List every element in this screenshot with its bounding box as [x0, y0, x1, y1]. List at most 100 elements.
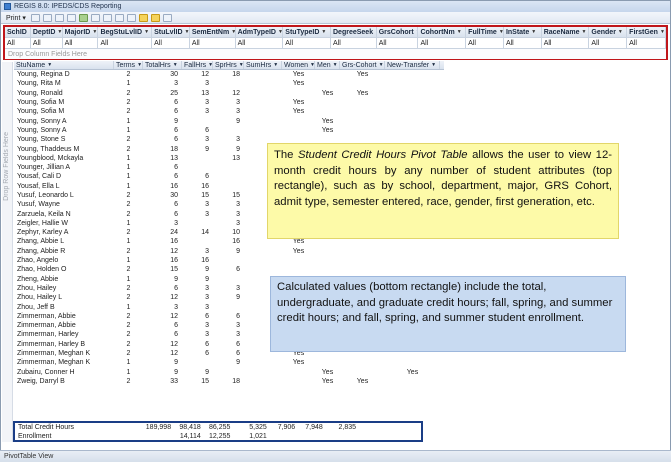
- dropdown-arrow-icon[interactable]: ▼: [431, 62, 436, 68]
- column-header-fallhrs[interactable]: FallHrs ▼: [182, 61, 213, 69]
- cell-stuname[interactable]: Yusuf, Leonardo L: [14, 191, 114, 200]
- cell-stuname[interactable]: Young, Rita M: [14, 79, 114, 88]
- column-header-grs-cohort[interactable]: Grs-Cohort ▼: [340, 61, 385, 69]
- cell-stuname[interactable]: Zephyr, Karley A: [14, 228, 114, 237]
- dropdown-arrow-icon[interactable]: ▼: [618, 29, 623, 35]
- filter-value-majorid[interactable]: All: [62, 38, 99, 49]
- cell-stuname[interactable]: Young, Regina D: [14, 70, 114, 79]
- folder-icon[interactable]: [150, 13, 160, 22]
- filter-value-gender[interactable]: All: [589, 38, 628, 49]
- cell-stuname[interactable]: Young, Stone S: [14, 135, 114, 144]
- filter-field-deptid[interactable]: DeptID ▼: [30, 27, 63, 38]
- filter-field-grscohort[interactable]: GrsCohort▼: [376, 27, 419, 38]
- dropdown-arrow-icon[interactable]: ▼: [57, 29, 61, 35]
- dropdown-arrow-icon[interactable]: ▼: [137, 62, 142, 68]
- cell-stuname[interactable]: Zhou, Hailey L: [14, 293, 114, 302]
- column-header-women[interactable]: Women ▼: [282, 61, 315, 69]
- cell-stuname[interactable]: Yousaf, Ella L: [14, 182, 114, 191]
- filter-value-cohortnm[interactable]: All: [418, 38, 467, 49]
- expand-icon[interactable]: [54, 13, 64, 22]
- filter-field-admtypeid[interactable]: AdmTypeID ▼: [235, 27, 284, 38]
- cell-stuname[interactable]: Zimmerman, Abbie: [14, 321, 114, 330]
- sort-desc-icon[interactable]: [42, 13, 52, 22]
- filter-value-stutypeid[interactable]: All: [283, 38, 331, 49]
- cell-stuname[interactable]: Zubairu, Conner H: [14, 368, 114, 377]
- cell-stuname[interactable]: Zheng, Abbie: [14, 275, 114, 284]
- column-header-sumhrs[interactable]: SumHrs ▼: [244, 61, 282, 69]
- filter-value-sementnm[interactable]: All: [189, 38, 236, 49]
- filter-field-sementnm[interactable]: SemEntNm▼: [189, 27, 236, 38]
- filter-value-grscohort[interactable]: All: [376, 38, 419, 49]
- cell-stuname[interactable]: Zhou, Hailey: [14, 284, 114, 293]
- column-header-men[interactable]: Men ▼: [315, 61, 340, 69]
- cell-stuname[interactable]: Yousaf, Cali D: [14, 172, 114, 181]
- filter-value-begstulvlid[interactable]: All: [98, 38, 153, 49]
- cell-stuname[interactable]: Youngblood, Mckayla: [14, 154, 114, 163]
- filter-field-degreeseek[interactable]: DegreeSeek▼: [331, 27, 377, 38]
- dropdown-arrow-icon[interactable]: ▼: [321, 29, 326, 35]
- cell-stuname[interactable]: Young, Sonny A: [14, 126, 114, 135]
- cell-stuname[interactable]: Zhao, Holden O: [14, 265, 114, 274]
- cell-stuname[interactable]: Zimmerman, Harley B: [14, 340, 114, 349]
- filter-value-degreeseek[interactable]: All: [331, 38, 377, 49]
- column-header-totalhrs[interactable]: TotalHrs ▼: [143, 61, 182, 69]
- chart-icon[interactable]: [102, 13, 112, 22]
- field-list-icon[interactable]: [90, 13, 100, 22]
- filter-field-schid[interactable]: SchID▼: [5, 27, 31, 38]
- cell-stuname[interactable]: Yusuf, Wayne: [14, 200, 114, 209]
- help-icon[interactable]: [162, 13, 172, 22]
- cell-stuname[interactable]: Zimmerman, Abbie: [14, 312, 114, 321]
- cell-stuname[interactable]: Young, Sofia M: [14, 98, 114, 107]
- sort-asc-icon[interactable]: [30, 13, 40, 22]
- cell-stuname[interactable]: Zimmerman, Harley: [14, 330, 114, 339]
- filter-field-stutypeid[interactable]: StuTypeID ▼: [283, 27, 331, 38]
- filter-icon[interactable]: [138, 13, 148, 22]
- cell-stuname[interactable]: Young, Thaddeus M: [14, 144, 114, 153]
- filter-value-stulvlid[interactable]: All: [152, 38, 190, 49]
- filter-field-begstulvlid[interactable]: BegStuLvlID ▼: [98, 27, 153, 38]
- filter-value-deptid[interactable]: All: [30, 38, 63, 49]
- cell-stuname[interactable]: Total Credit Hours: [15, 423, 110, 432]
- filter-field-firstgen[interactable]: FirstGen ▼: [627, 27, 666, 38]
- cell-stuname[interactable]: Young, Sonny A: [14, 116, 114, 125]
- cell-stuname[interactable]: Enrollment: [15, 432, 110, 441]
- cell-stuname[interactable]: Young, Sofia M: [14, 107, 114, 116]
- dropdown-arrow-icon[interactable]: ▼: [92, 29, 97, 35]
- cell-stuname[interactable]: Zhang, Abbie L: [14, 237, 114, 246]
- cell-stuname[interactable]: Zhang, Abbie R: [14, 247, 114, 256]
- column-header-sprhrs[interactable]: SprHrs ▼: [213, 61, 244, 69]
- filter-field-stulvlid[interactable]: StuLvlID ▼: [152, 27, 190, 38]
- cell-stuname[interactable]: Zhou, Jeff B: [14, 302, 114, 311]
- column-header-terms[interactable]: Terms ▼: [114, 61, 143, 69]
- dropdown-arrow-icon[interactable]: ▼: [239, 62, 243, 68]
- cell-stuname[interactable]: Young, Ronald: [14, 89, 114, 98]
- filter-value-admtypeid[interactable]: All: [235, 38, 284, 49]
- cell-stuname[interactable]: Zimmerman, Meghan K: [14, 358, 114, 367]
- refresh-icon[interactable]: [78, 13, 88, 22]
- grid-icon[interactable]: [114, 13, 124, 22]
- collapse-icon[interactable]: [66, 13, 76, 22]
- dropdown-arrow-icon[interactable]: ▼: [531, 29, 536, 35]
- filter-value-schid[interactable]: All: [5, 38, 31, 49]
- filter-field-racename[interactable]: RaceName ▼: [541, 27, 590, 38]
- dropdown-arrow-icon[interactable]: ▼: [273, 62, 278, 68]
- cell-stuname[interactable]: Zhao, Angelo: [14, 256, 114, 265]
- dropdown-arrow-icon[interactable]: ▼: [457, 29, 462, 35]
- column-header-stuname[interactable]: StuName ▼: [14, 61, 114, 69]
- cell-stuname[interactable]: Zweig, Darryl B: [14, 377, 114, 386]
- cell-stuname[interactable]: Zimmerman, Meghan K: [14, 349, 114, 358]
- dropdown-arrow-icon[interactable]: ▼: [333, 62, 338, 68]
- filter-value-instate[interactable]: All: [503, 38, 542, 49]
- dropdown-arrow-icon[interactable]: ▼: [278, 29, 282, 35]
- filter-field-majorid[interactable]: MajorID ▼: [62, 27, 99, 38]
- dropdown-arrow-icon[interactable]: ▼: [185, 29, 189, 35]
- cell-stuname[interactable]: Zeigler, Hallie W: [14, 219, 114, 228]
- filter-value-firstgen[interactable]: All: [627, 38, 666, 49]
- dropdown-arrow-icon[interactable]: ▼: [660, 29, 665, 35]
- dropdown-arrow-icon[interactable]: ▼: [173, 62, 178, 68]
- column-header-new-transfer[interactable]: New-Transfer ▼: [385, 61, 440, 69]
- filter-value-racename[interactable]: All: [541, 38, 590, 49]
- dropdown-arrow-icon[interactable]: ▼: [379, 62, 384, 68]
- filter-field-fulltime[interactable]: FullTime ▼: [466, 27, 504, 38]
- filter-field-cohortnm[interactable]: CohortNm ▼: [418, 27, 467, 38]
